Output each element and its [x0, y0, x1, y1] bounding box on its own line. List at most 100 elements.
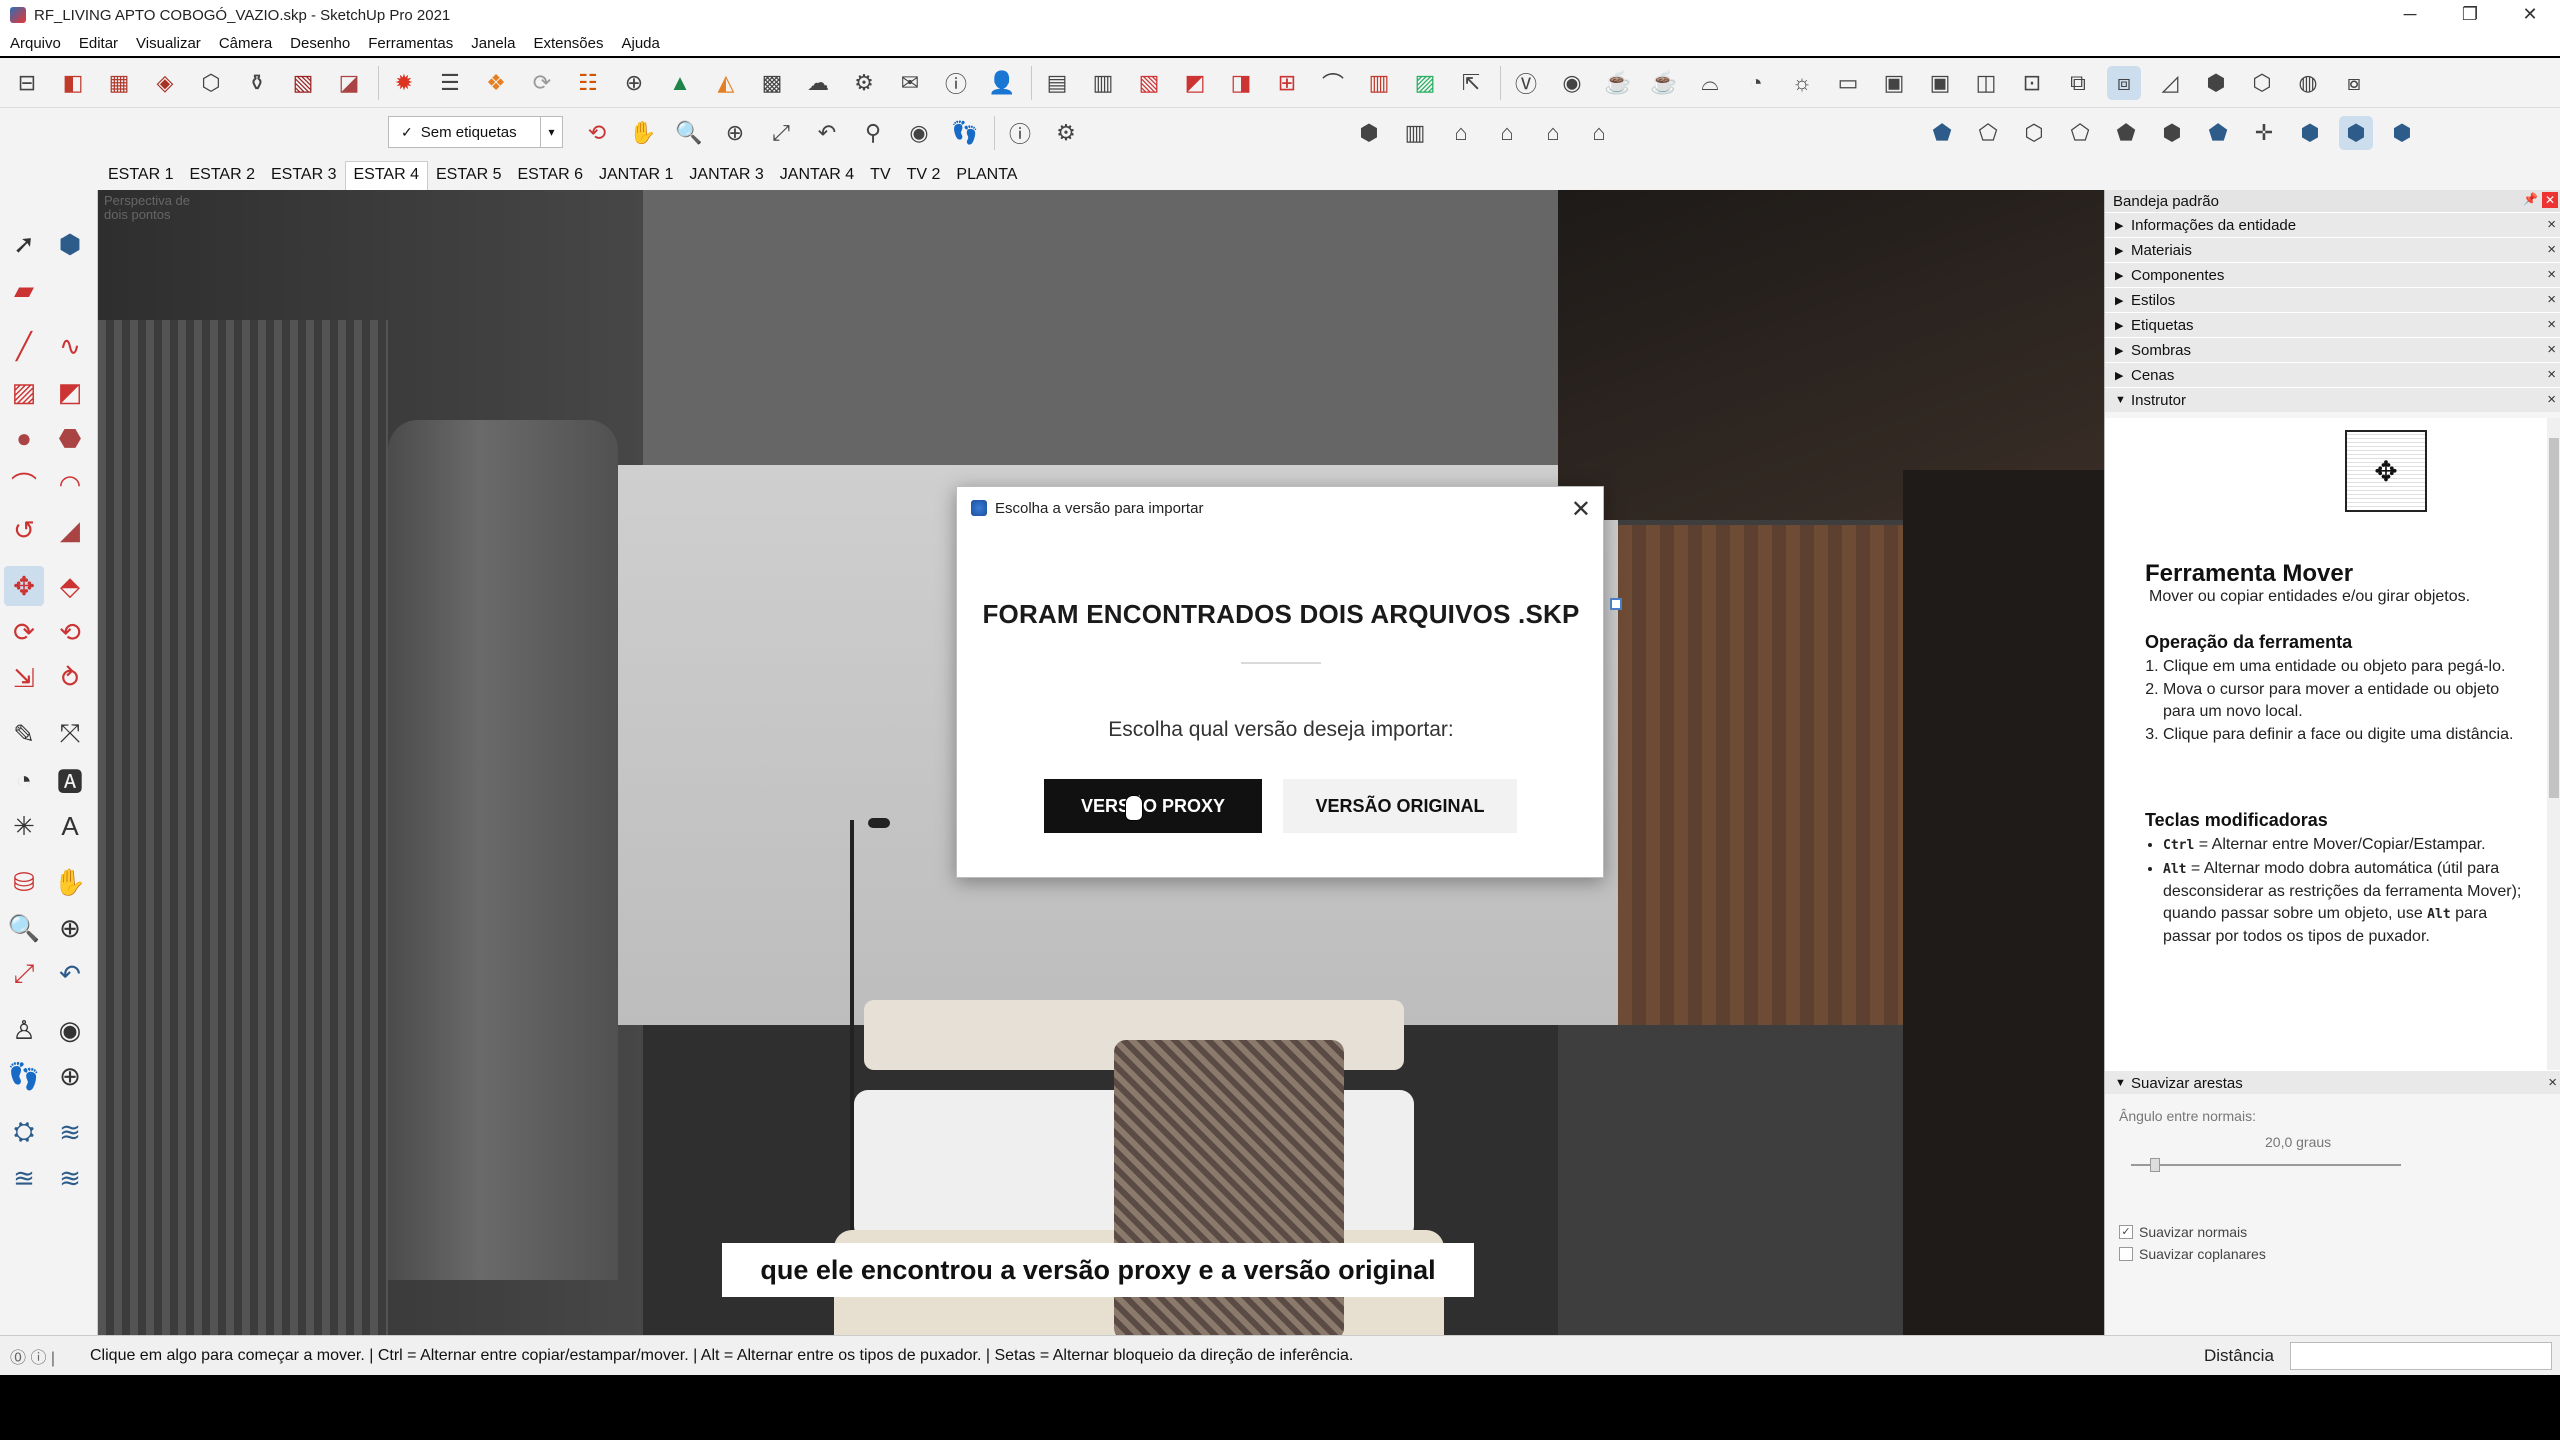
- vray-icon[interactable]: Ⓥ: [1509, 66, 1543, 100]
- position-camera-icon[interactable]: ♙: [4, 1010, 44, 1050]
- extension-gear-icon[interactable]: ⚙: [1049, 116, 1083, 150]
- light-icon[interactable]: ☼: [1785, 66, 1819, 100]
- arch-icon[interactable]: ⌒: [1316, 66, 1350, 100]
- angle-slider[interactable]: [2131, 1164, 2401, 1166]
- select-arrow-icon[interactable]: ⇱: [1454, 66, 1488, 100]
- scene-tab[interactable]: TV 2: [899, 166, 949, 190]
- sphere-icon[interactable]: ◍: [2291, 66, 2325, 100]
- cloud-render-icon[interactable]: ⌓: [1693, 66, 1727, 100]
- top-view-icon[interactable]: ▥: [1398, 116, 1432, 150]
- line-pencil-icon[interactable]: ╱: [4, 326, 44, 366]
- panel-close-icon[interactable]: ×: [2547, 341, 2556, 358]
- offset-icon[interactable]: ⥁: [50, 658, 90, 698]
- proxy-version-button[interactable]: VERSÃO PROXY: [1044, 779, 1262, 833]
- follow-me-icon[interactable]: ⟲: [50, 612, 90, 652]
- wireframe-icon[interactable]: ⬡: [2017, 116, 2051, 150]
- section-plane-icon[interactable]: ⊕: [50, 1056, 90, 1096]
- section-display-icon[interactable]: ⬢: [2385, 116, 2419, 150]
- doc-pencil-icon[interactable]: ◨: [1224, 66, 1258, 100]
- scene-tab[interactable]: JANTAR 4: [772, 166, 862, 190]
- menu-camera[interactable]: Câmera: [219, 35, 272, 52]
- shaded-textures-icon[interactable]: ⬢: [2155, 116, 2189, 150]
- arc-icon[interactable]: ⌒: [4, 464, 44, 504]
- panel-close-icon[interactable]: ×: [2547, 291, 2556, 308]
- panel-soften-edges[interactable]: ▼ Suavizar arestas ×: [2105, 1070, 2560, 1095]
- info-icon[interactable]: ⓘ: [939, 66, 973, 100]
- make-component-icon[interactable]: ⬢: [50, 224, 90, 264]
- refresh-icon[interactable]: ⟳: [525, 66, 559, 100]
- left-view-icon[interactable]: ⌂: [1582, 116, 1616, 150]
- user-icon[interactable]: 👤: [985, 66, 1019, 100]
- right-view-icon[interactable]: ⌂: [1490, 116, 1524, 150]
- rectangle-icon[interactable]: ▨: [4, 372, 44, 412]
- gear-red-icon[interactable]: ✹: [387, 66, 421, 100]
- scene-tab[interactable]: ESTAR 1: [100, 166, 182, 190]
- menu-extensoes[interactable]: Extensões: [533, 35, 603, 52]
- menu-ferramentas[interactable]: Ferramentas: [368, 35, 453, 52]
- axes-icon[interactable]: ✳: [4, 806, 44, 846]
- freehand-icon[interactable]: ∿: [50, 326, 90, 366]
- scatter-icon[interactable]: ◫: [1969, 66, 2003, 100]
- panel-close-icon[interactable]: ×: [2547, 391, 2556, 408]
- protractor-icon[interactable]: ◔: [4, 760, 44, 800]
- panel-entity-info[interactable]: ▶ Informações da entidade ×: [2105, 212, 2560, 237]
- paint-bucket-icon[interactable]: ⛁: [4, 862, 44, 902]
- position-camera-icon[interactable]: ⚲: [856, 116, 890, 150]
- smooth-normals-checkbox[interactable]: ✓ Suavizar normais: [2119, 1224, 2247, 1240]
- scale-icon[interactable]: ⇲: [4, 658, 44, 698]
- render-teapot-icon[interactable]: ☕: [1601, 66, 1635, 100]
- pie-icon[interactable]: ◢: [50, 510, 90, 550]
- axes-icon[interactable]: ✛: [2247, 116, 2281, 150]
- dimension-icon[interactable]: ⤧: [50, 714, 90, 754]
- menu-arquivo[interactable]: Arquivo: [10, 35, 61, 52]
- cube-icon[interactable]: ⬢: [2199, 66, 2233, 100]
- iso-view-icon[interactable]: ⬢: [1352, 116, 1386, 150]
- import-proxy-icon[interactable]: ⧈: [2107, 65, 2141, 100]
- zoom-icon[interactable]: 🔍: [4, 908, 44, 948]
- two-point-arc-icon[interactable]: ◠: [50, 464, 90, 504]
- brick-icon[interactable]: ▥: [1362, 66, 1396, 100]
- zoom-icon[interactable]: 🔍: [672, 116, 706, 150]
- drape-icon[interactable]: ≋: [50, 1158, 90, 1198]
- circle-icon[interactable]: ●: [4, 418, 44, 458]
- back-view-icon[interactable]: ⌂: [1536, 116, 1570, 150]
- doc-icon[interactable]: ▤: [1040, 66, 1074, 100]
- proxy-icon[interactable]: ▣: [1923, 66, 1957, 100]
- polygon-icon[interactable]: ⬣: [50, 418, 90, 458]
- pan-hand-icon[interactable]: ✋: [50, 862, 90, 902]
- scene-tab[interactable]: ESTAR 6: [510, 166, 592, 190]
- panel-close-icon[interactable]: ×: [2547, 366, 2556, 383]
- texture-icon[interactable]: ▧: [286, 66, 320, 100]
- scene-tab[interactable]: ESTAR 3: [263, 166, 345, 190]
- move-icon[interactable]: ✥: [4, 566, 44, 606]
- frame-buffer-icon[interactable]: ◔: [1739, 66, 1773, 100]
- plane-icon[interactable]: ◪: [332, 66, 366, 100]
- zoom-window-icon[interactable]: ⊕: [50, 908, 90, 948]
- lock-icon[interactable]: ⊡: [2015, 66, 2049, 100]
- panel-styles[interactable]: ▶ Estilos ×: [2105, 287, 2560, 312]
- scene-tab[interactable]: TV: [862, 166, 898, 190]
- look-around-icon[interactable]: ◉: [50, 1010, 90, 1050]
- iso-view-icon[interactable]: ◈: [148, 66, 182, 100]
- panel-close-icon[interactable]: ×: [2547, 316, 2556, 333]
- scene-tab[interactable]: PLANTA: [948, 166, 1025, 190]
- orbit-icon[interactable]: ⟲: [580, 116, 614, 150]
- section-fill-icon[interactable]: ⬢: [2339, 116, 2373, 150]
- resize-grip[interactable]: [1610, 598, 1622, 610]
- tag-filter-select[interactable]: ✓ Sem etiquetas ▾: [388, 116, 563, 148]
- close-icon[interactable]: ✕: [1571, 495, 1591, 524]
- scene-tab[interactable]: JANTAR 3: [681, 166, 771, 190]
- stack-icon[interactable]: ☷: [571, 66, 605, 100]
- tray-close-icon[interactable]: ✕: [2542, 192, 2558, 208]
- warehouse-icon[interactable]: ❖: [479, 66, 513, 100]
- maximize-button[interactable]: ❐: [2440, 0, 2500, 30]
- scene-tab[interactable]: ESTAR 2: [182, 166, 264, 190]
- fur-icon[interactable]: ⧉: [2061, 66, 2095, 100]
- scrollbar-thumb[interactable]: [2549, 438, 2559, 798]
- settings-icon[interactable]: ⚙: [847, 66, 881, 100]
- panel-scenes[interactable]: ▶ Cenas ×: [2105, 362, 2560, 387]
- xray-icon[interactable]: ⬟: [1925, 116, 1959, 150]
- rotate-icon[interactable]: ⟳: [4, 612, 44, 652]
- panel-tags[interactable]: ▶ Etiquetas ×: [2105, 312, 2560, 337]
- smooth-coplanar-checkbox[interactable]: Suavizar coplanares: [2119, 1246, 2266, 1262]
